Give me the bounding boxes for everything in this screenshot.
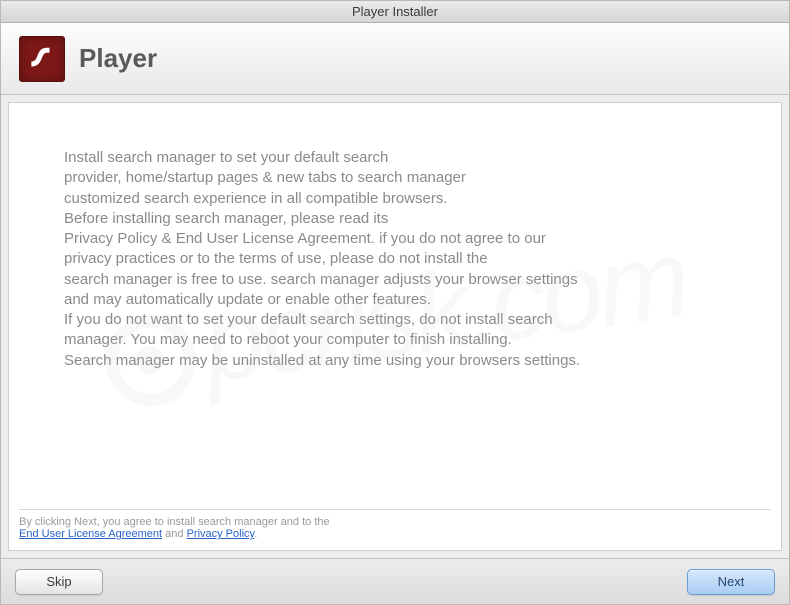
header: Player (1, 23, 789, 95)
agreement-text: By clicking Next, you agree to install s… (19, 509, 771, 540)
skip-button[interactable]: Skip (15, 569, 103, 595)
eula-link[interactable]: End User License Agreement (19, 528, 162, 540)
agreement-prefix: By clicking Next, you agree to install s… (19, 516, 330, 528)
next-button[interactable]: Next (687, 569, 775, 595)
flash-player-icon (19, 36, 65, 82)
installer-body-text: Install search manager to set your defau… (64, 148, 726, 371)
window-title: Player Installer (352, 4, 438, 19)
flash-glyph-icon (27, 44, 57, 74)
agreement-suffix: . (254, 528, 257, 540)
header-title: Player (79, 43, 157, 74)
agreement-connector: and (162, 528, 186, 540)
title-bar: Player Installer (1, 1, 789, 23)
installer-window: Player Installer Player pcrisk.com Insta… (0, 0, 790, 605)
privacy-link[interactable]: Privacy Policy (187, 528, 255, 540)
footer: Skip Next (1, 558, 789, 604)
content-area: pcrisk.com Install search manager to set… (8, 102, 782, 551)
